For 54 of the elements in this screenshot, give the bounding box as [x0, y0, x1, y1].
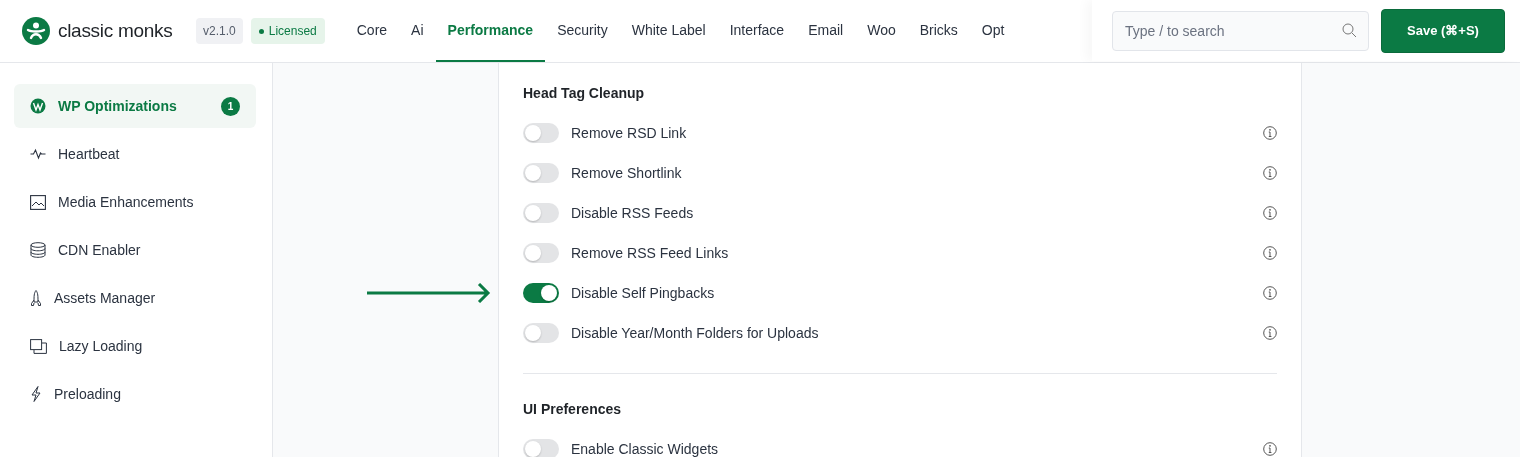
info-icon[interactable]	[1263, 206, 1277, 220]
info-icon[interactable]	[1263, 126, 1277, 140]
toggle-switch[interactable]	[523, 123, 559, 143]
pulse-icon	[30, 146, 46, 162]
info-icon[interactable]	[1263, 166, 1277, 180]
image-icon	[30, 194, 46, 210]
info-icon[interactable]	[1263, 246, 1277, 260]
option-label: Remove Shortlink	[571, 165, 683, 181]
sidebar-item[interactable]: Heartbeat	[14, 132, 256, 176]
section-title: UI Preferences	[523, 401, 623, 417]
nav-tab[interactable]: Security	[545, 0, 620, 62]
sidebar-item[interactable]: CDN Enabler	[14, 228, 256, 272]
toggle-switch[interactable]	[523, 163, 559, 183]
sidebar-item[interactable]: Preloading	[14, 372, 256, 416]
toggle-switch[interactable]	[523, 323, 559, 343]
copy-icon	[30, 338, 47, 354]
option-label: Disable Year/Month Folders for Uploads	[571, 325, 820, 341]
sidebar-item[interactable]: Media Enhancements	[14, 180, 256, 224]
version-tag: v2.1.0	[196, 18, 243, 44]
brand-name: classic monks	[58, 20, 173, 42]
sidebar-item[interactable]: WP Optimizations 1	[14, 84, 256, 128]
option-label: Remove RSS Feed Links	[571, 245, 730, 261]
option-label: Disable RSS Feeds	[571, 205, 695, 221]
toggle-switch[interactable]	[523, 243, 559, 263]
section-title: Head Tag Cleanup	[523, 85, 646, 101]
nav-tab[interactable]: Email	[796, 0, 856, 62]
wordpress-icon	[30, 98, 46, 114]
save-button[interactable]: Save (⌘+S)	[1381, 8, 1505, 53]
nav-tab[interactable]: Woo	[855, 0, 908, 62]
toggle-switch[interactable]	[523, 203, 559, 223]
nav-tab[interactable]: Interface	[717, 0, 797, 62]
nav-tab[interactable]: Core	[344, 0, 400, 62]
option-label: Enable Classic Widgets	[571, 441, 720, 457]
nav-tab[interactable]: Opt	[969, 0, 1017, 62]
option-label: Remove RSD Link	[571, 125, 688, 141]
search-field[interactable]: Type / to search	[1112, 10, 1369, 51]
rocket-icon	[30, 290, 42, 306]
toggle-switch[interactable]	[523, 283, 559, 303]
bolt-icon	[30, 386, 42, 402]
info-icon[interactable]	[1263, 326, 1277, 340]
info-icon[interactable]	[1263, 286, 1277, 300]
nav-tab[interactable]: Ai	[399, 0, 436, 62]
license-badge: Licensed	[250, 18, 325, 44]
toggle-switch[interactable]	[523, 439, 559, 457]
option-label: Disable Self Pingbacks	[571, 285, 716, 301]
sidebar-item[interactable]: Lazy Loading	[14, 324, 256, 368]
database-icon	[30, 242, 46, 258]
search-icon	[1342, 22, 1357, 38]
count-badge: 1	[221, 96, 240, 116]
nav-tab[interactable]: White Label	[619, 0, 718, 62]
nav-tab[interactable]: Bricks	[907, 0, 970, 62]
info-icon[interactable]	[1263, 442, 1277, 456]
logo-icon	[22, 17, 50, 45]
sidebar-item[interactable]: Assets Manager	[14, 276, 256, 320]
